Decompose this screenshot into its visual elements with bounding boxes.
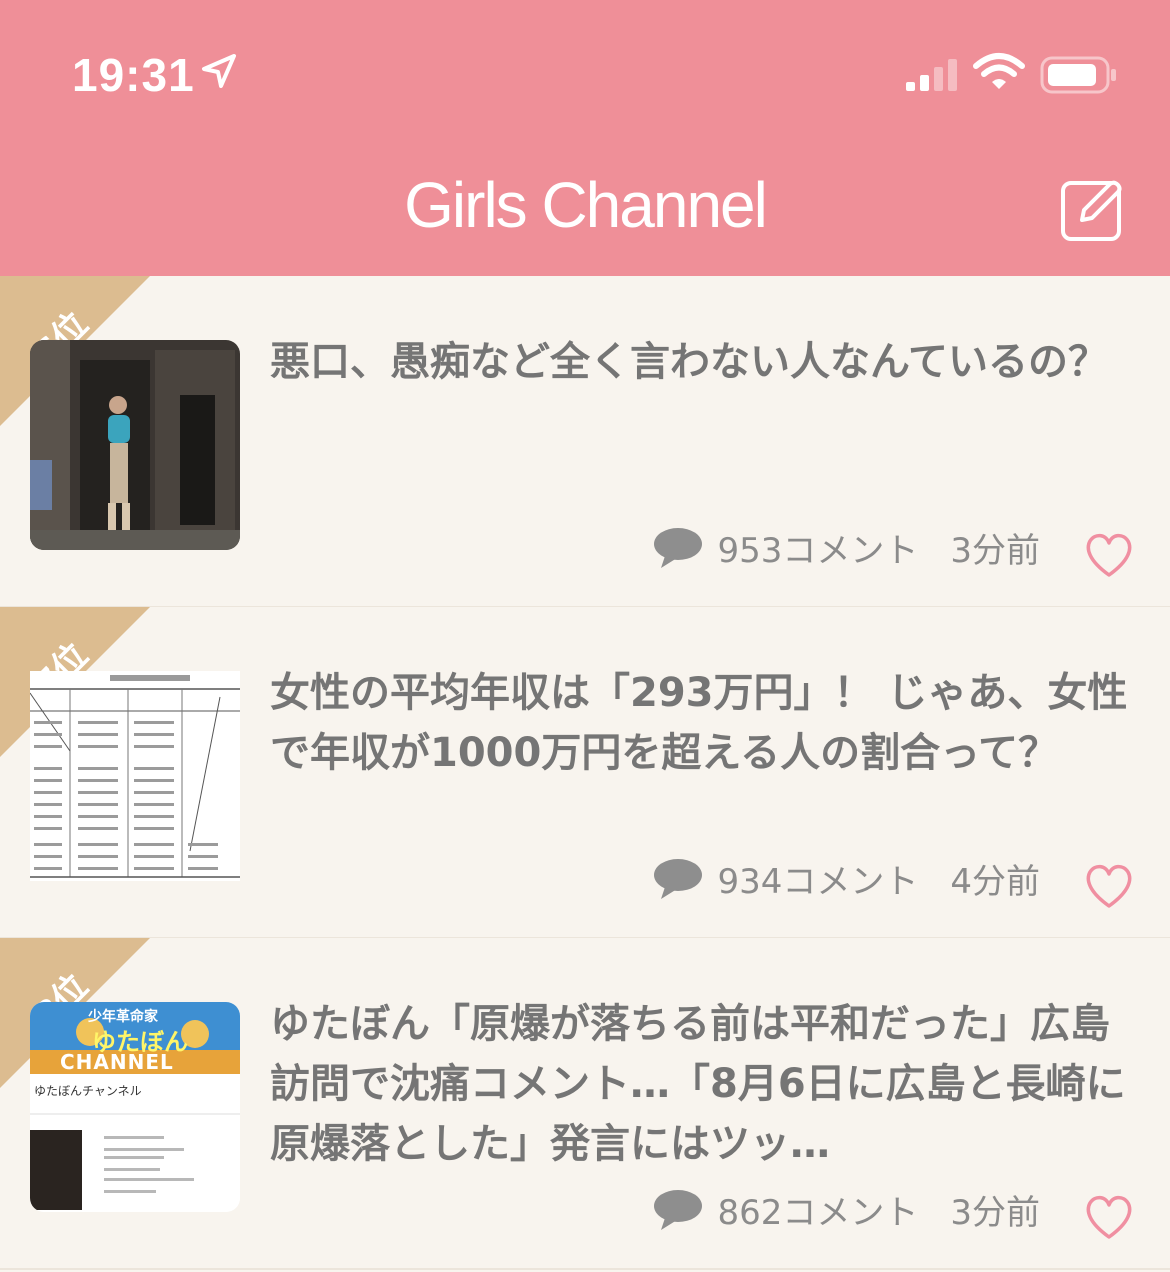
topic-thumbnail[interactable]: 少年革命家 ゆたぼん CHANNEL ゆたぼんチャンネル (30, 1002, 240, 1212)
topic-thumbnail[interactable] (30, 340, 240, 550)
topic-meta: 862コメント 3分前 (653, 1185, 1040, 1234)
status-time: 19:31 (72, 49, 195, 101)
post-time: 3分前 (950, 531, 1040, 571)
comment-bubble-icon (654, 858, 703, 899)
heart-icon[interactable] (1084, 863, 1134, 909)
topic-title[interactable]: 女性の平均年収は「293万円」！ じゃあ、女性で年収が1000万円を超える人の割… (270, 663, 1130, 783)
post-time: 3分前 (950, 1193, 1040, 1233)
comment-count: 862コメント (717, 1193, 919, 1233)
comment-count: 953コメント (717, 531, 919, 571)
topic-row[interactable]: 6位 悪口、愚痴など全く言わない人なんているの？ 953コメント 3分前 (0, 276, 1170, 608)
heart-icon[interactable] (1084, 532, 1134, 578)
battery-icon (1040, 56, 1116, 94)
topic-title[interactable]: 悪口、愚痴など全く言わない人なんているの？ (270, 332, 1130, 392)
comment-bubble-icon (654, 1189, 703, 1230)
thumb-channel-word: CHANNEL (60, 1050, 174, 1074)
wifi-icon (973, 53, 1025, 89)
comment-count: 934コメント (717, 862, 919, 902)
compose-icon[interactable] (1060, 176, 1126, 242)
app-title: Girls Channel (404, 169, 768, 241)
topic-thumbnail[interactable] (30, 671, 240, 881)
topic-meta: 953コメント 3分前 (653, 523, 1040, 572)
location-arrow-icon (202, 54, 236, 88)
comment-bubble-icon (654, 527, 703, 568)
topic-row[interactable]: 8位 少年革命家 ゆたぼん CHANNEL ゆたぼんチャンネル ゆたぼん「原爆が… (0, 938, 1170, 1270)
topic-row[interactable]: 7位 女性の平均年収は「293万円」！ じゃあ、女性で年収が1000万円を超える… (0, 607, 1170, 939)
app-header: 19:31 Girls Channel (0, 0, 1170, 276)
topic-meta: 934コメント 4分前 (653, 854, 1040, 903)
cellular-signal-icon (906, 59, 957, 91)
post-time: 4分前 (950, 862, 1040, 902)
thumb-channel-name: ゆたぼんチャンネル (34, 1084, 142, 1098)
topic-title[interactable]: ゆたぼん「原爆が落ちる前は平和だった」広島訪問で沈痛コメント…「8月6日に広島と… (270, 994, 1130, 1174)
heart-icon[interactable] (1084, 1194, 1134, 1240)
